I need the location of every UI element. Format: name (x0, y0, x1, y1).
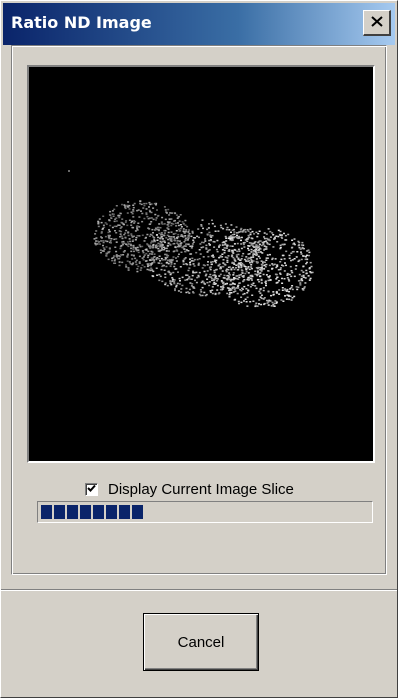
checkmark-icon (87, 480, 96, 498)
slice-image (29, 67, 373, 461)
title-bar[interactable]: Ratio ND Image (3, 3, 395, 45)
progress-segment (54, 505, 65, 519)
progress-segment (106, 505, 117, 519)
close-button[interactable] (363, 10, 391, 36)
dialog-window: Ratio ND Image Display Current Image Sli… (0, 0, 398, 698)
progress-segment (132, 505, 143, 519)
close-icon (370, 14, 383, 32)
display-slice-checkbox[interactable] (85, 480, 98, 498)
progress-segment (119, 505, 130, 519)
display-slice-label: Display Current Image Slice (108, 480, 294, 498)
progress-segment (93, 505, 104, 519)
image-slice-preview (27, 65, 375, 463)
display-slice-option[interactable]: Display Current Image Slice (85, 479, 294, 499)
cancel-button[interactable]: Cancel (143, 613, 259, 671)
progress-segment (67, 505, 78, 519)
separator (1, 589, 397, 591)
progress-segment (80, 505, 91, 519)
progress-fill (41, 505, 369, 519)
progress-segment (41, 505, 52, 519)
window-title: Ratio ND Image (11, 13, 152, 32)
progress-bar (37, 501, 373, 523)
